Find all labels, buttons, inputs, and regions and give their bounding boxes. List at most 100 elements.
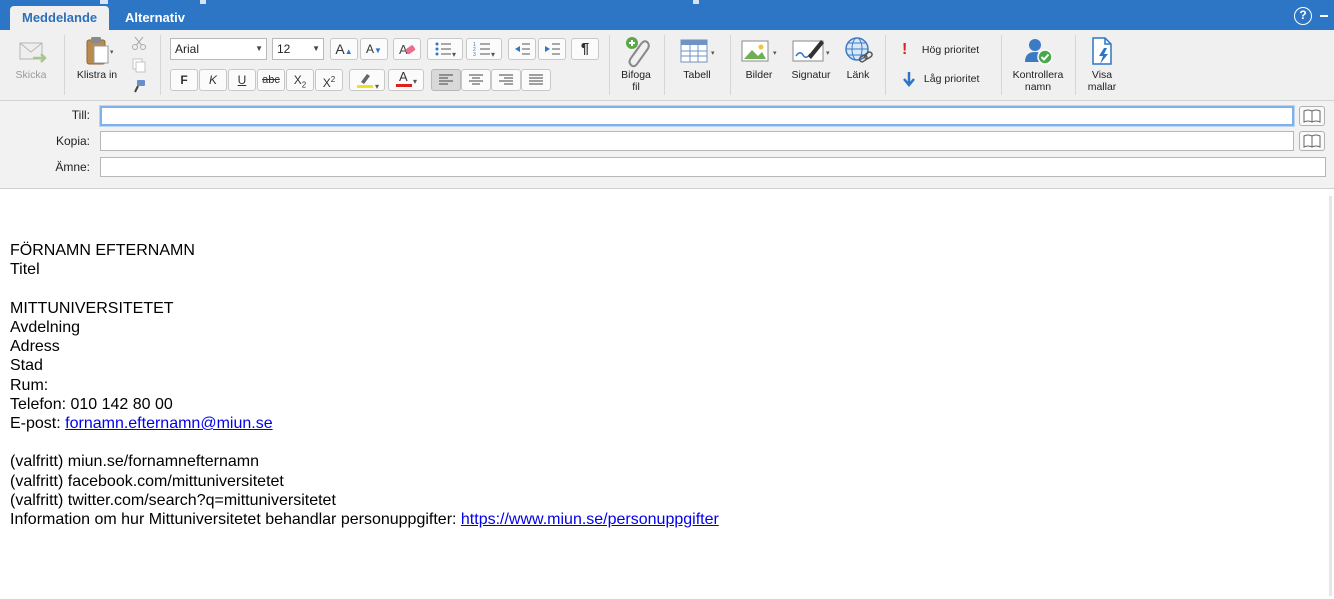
numbering-icon: 123 <box>473 42 490 58</box>
to-field[interactable] <box>100 106 1294 126</box>
cut-icon[interactable] <box>131 35 147 56</box>
align-left-icon <box>439 74 453 85</box>
bold-button[interactable]: F <box>170 69 198 91</box>
address-book-icon <box>1303 109 1321 123</box>
privacy-link[interactable]: https://www.miun.se/personuppgifter <box>461 511 719 528</box>
high-priority-label: Hög prioritet <box>921 44 980 56</box>
show-formatting-button[interactable]: ¶ <box>571 38 599 60</box>
tab-meddelande[interactable]: Meddelande <box>10 6 110 30</box>
picture-icon: ▾ <box>737 34 781 68</box>
font-name-select[interactable]: Arial ▼ <box>170 38 267 60</box>
high-priority-button[interactable]: ! Hög prioritet <box>902 41 979 59</box>
send-button[interactable]: Skicka <box>8 34 54 81</box>
svg-text:▾: ▾ <box>711 49 715 57</box>
align-right-icon <box>499 74 513 85</box>
tab-alternativ[interactable]: Alternativ <box>113 6 197 30</box>
check-names-button[interactable]: Kontrollera namn <box>1008 34 1068 93</box>
outdent-button[interactable] <box>508 38 536 60</box>
align-center-button[interactable] <box>461 69 491 91</box>
font-color-icon: A <box>395 69 413 88</box>
link-globe-icon <box>842 34 874 68</box>
signature-org: MITTUNIVERSITETET <box>10 300 174 317</box>
indent-icon <box>545 43 560 55</box>
signature-label: Signatur <box>791 69 831 81</box>
privacy-prefix: Information om hur Mittuniversitetet beh… <box>10 511 461 528</box>
bold-icon: F <box>180 73 188 87</box>
low-priority-button[interactable]: Låg prioritet <box>902 71 979 87</box>
svg-text:▾: ▾ <box>773 49 777 57</box>
format-painter-icon[interactable] <box>131 79 147 100</box>
signature-dept: Avdelning <box>10 319 80 336</box>
paste-icon: ▾ <box>81 34 114 68</box>
table-button[interactable]: ▾ Tabell <box>672 34 722 81</box>
indent-button[interactable] <box>538 38 566 60</box>
view-templates-button[interactable]: Visa mallar <box>1082 34 1122 93</box>
ribbon-separator <box>1075 35 1076 95</box>
collapse-ribbon-icon[interactable] <box>1318 7 1332 25</box>
signature-email-line: E-post: fornamn.efternamn@miun.se <box>10 414 273 433</box>
check-names-label: Kontrollera <box>1012 69 1064 81</box>
signature-address: Adress <box>10 338 60 355</box>
send-icon <box>15 34 47 68</box>
pictures-button[interactable]: ▾ Bilder <box>736 34 782 81</box>
address-book-icon <box>1303 134 1321 148</box>
italic-button[interactable]: K <box>199 69 227 91</box>
signature-button[interactable]: ▾ Signatur <box>786 34 836 81</box>
italic-icon: K <box>208 73 217 87</box>
ribbon-separator <box>1001 35 1002 95</box>
ribbon-separator <box>885 35 886 95</box>
subscript-mark: 2 <box>301 80 307 90</box>
strikethrough-button[interactable]: abc <box>257 69 285 91</box>
numbering-button[interactable]: 1 2 3 ▾ <box>466 38 502 60</box>
check-names-icon <box>1022 34 1054 68</box>
quick-access-glyph <box>693 0 699 4</box>
cc-address-book-button[interactable] <box>1299 131 1325 151</box>
grow-font-button[interactable]: A▲ <box>330 38 358 60</box>
paste-button[interactable]: ▾ Klistra in <box>70 34 124 81</box>
subject-field[interactable] <box>100 157 1326 177</box>
signature-privacy-line: Information om hur Mittuniversitetet beh… <box>10 510 719 529</box>
underline-button[interactable]: U <box>228 69 256 91</box>
font-size-select[interactable]: 12 ▼ <box>272 38 324 60</box>
link-button[interactable]: Länk <box>840 34 876 81</box>
align-right-button[interactable] <box>491 69 521 91</box>
pilcrow-icon: ¶ <box>580 40 590 57</box>
bullets-button[interactable]: ▾ <box>427 38 463 60</box>
bullets-icon <box>435 42 451 56</box>
help-icon[interactable]: ? <box>1294 7 1312 25</box>
svg-text:▾: ▾ <box>826 49 830 57</box>
ribbon-separator <box>664 35 665 95</box>
shrink-font-button[interactable]: A▼ <box>360 38 388 60</box>
templates-icon <box>1086 34 1118 68</box>
align-left-button[interactable] <box>431 69 461 91</box>
paperclip-icon <box>620 34 652 68</box>
highlight-button[interactable]: ▾ <box>349 69 385 91</box>
signature-phone: Telefon: 010 142 80 00 <box>10 396 173 413</box>
templates-label-2: mallar <box>1087 81 1117 93</box>
cc-label: Kopia: <box>55 134 90 148</box>
email-prefix: E-post: <box>10 415 66 432</box>
email-link[interactable]: fornamn.efternamn@miun.se <box>65 415 272 432</box>
send-label: Skicka <box>15 69 47 81</box>
cc-field[interactable] <box>100 131 1294 151</box>
subscript-button[interactable]: X2 <box>286 69 314 91</box>
to-address-book-button[interactable] <box>1299 106 1325 126</box>
superscript-button[interactable]: X2 <box>315 69 343 91</box>
shrink-font-icon: A▼ <box>366 42 382 56</box>
ribbon-separator <box>64 35 65 95</box>
signature-title: Titel <box>10 261 40 278</box>
underline-icon: U <box>237 73 247 87</box>
clear-format-button[interactable]: A <box>393 38 421 60</box>
attach-file-button[interactable]: Bifoga fil <box>614 34 658 93</box>
quick-access-glyph <box>100 0 108 4</box>
message-body[interactable]: FÖRNAMN EFTERNAMN Titel MITTUNIVERSITETE… <box>0 190 1334 599</box>
attach-label-2: fil <box>632 81 640 93</box>
justify-button[interactable] <box>521 69 551 91</box>
copy-icon[interactable] <box>131 57 147 78</box>
superscript-mark: 2 <box>330 75 336 84</box>
vertical-scrollbar[interactable] <box>1329 196 1332 596</box>
chevron-down-icon: ▼ <box>255 44 263 53</box>
font-color-button[interactable]: A ▾ <box>388 69 424 91</box>
justify-icon <box>529 74 543 85</box>
signature-name: FÖRNAMN EFTERNAMN <box>10 242 195 259</box>
